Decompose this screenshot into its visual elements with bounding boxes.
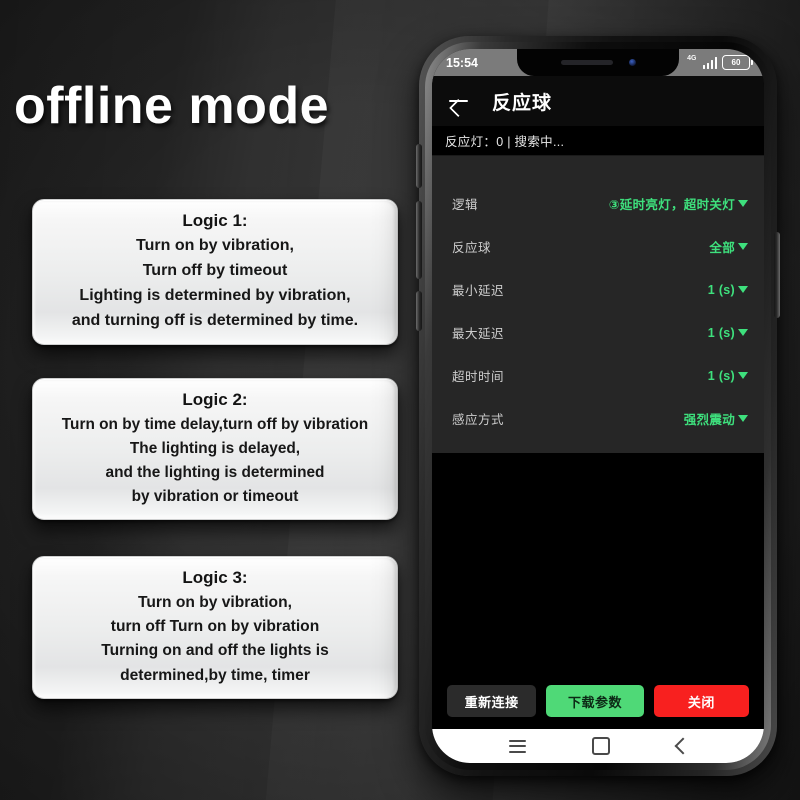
setting-row-ball[interactable]: 反应球 全部 [432, 225, 764, 268]
setting-value-text: 全部 [709, 241, 735, 255]
status-bar-indicators: 4G 60 [687, 55, 753, 70]
download-params-button[interactable]: 下载参数 [546, 685, 644, 717]
logic-card-line: Turn off by timeout [142, 261, 288, 279]
logic-card-line: determined,by time, timer [120, 666, 310, 684]
back-arrow-icon[interactable] [446, 89, 470, 113]
setting-label: 最小延迟 [452, 284, 505, 298]
logic-card-title: Logic 1: [182, 211, 248, 230]
earpiece-speaker-icon [560, 60, 613, 65]
setting-row-timeout[interactable]: 超时时间 1 (s) [432, 354, 764, 397]
logic-card-line: Turn on by time delay,turn off by vibrat… [61, 415, 369, 433]
volume-down-button[interactable] [416, 201, 422, 279]
logic-card-1: Logic 1: Turn on by vibration, Turn off … [32, 199, 398, 345]
setting-label: 感应方式 [452, 413, 505, 427]
logic-card-line: turn off Turn on by vibration [110, 618, 320, 636]
phone-mockup: 15:54 4G 60 反应球 反应灯：0 | 搜索中... 逻辑 ③延时亮灯，… [416, 36, 780, 776]
setting-value-text: 强烈震动 [683, 413, 735, 427]
network-type-label: 4G [687, 55, 697, 62]
connection-status-strip: 反应灯：0 | 搜索中... [432, 126, 764, 156]
signal-strength-icon [702, 56, 717, 69]
chevron-down-icon [738, 243, 748, 250]
setting-value[interactable]: ③延时亮灯，超时关灯 [609, 194, 748, 213]
setting-row-logic[interactable]: 逻辑 ③延时亮灯，超时关灯 [432, 182, 764, 225]
logic-card-2: Logic 2: Turn on by time delay,turn off … [32, 378, 398, 520]
setting-label: 最大延迟 [452, 327, 505, 341]
action-button-bar: 重新连接 下载参数 关闭 [432, 685, 764, 729]
chevron-down-icon [738, 200, 748, 207]
setting-row-sensing-mode[interactable]: 感应方式 强烈震动 [432, 397, 764, 440]
setting-row-min-delay[interactable]: 最小延迟 1 (s) [432, 268, 764, 311]
setting-value[interactable]: 1 (s) [708, 326, 748, 340]
chevron-down-icon [738, 329, 748, 336]
setting-value[interactable]: 1 (s) [708, 283, 748, 297]
logic-card-line: Turn on by vibration, [138, 593, 292, 611]
chevron-down-icon [738, 415, 748, 422]
logic-card-3: Logic 3: Turn on by vibration, turn off … [32, 556, 398, 700]
battery-icon: 60 [722, 55, 753, 70]
logic-card-line: and turning off is determined by time. [71, 311, 359, 329]
chevron-down-icon [738, 286, 748, 293]
logic-card-line: and the lighting is determined [105, 463, 325, 481]
page-title: offline mode [14, 77, 330, 135]
home-icon[interactable] [592, 737, 610, 755]
setting-value-text: 1 (s) [707, 368, 735, 383]
setting-label: 逻辑 [452, 198, 479, 212]
back-nav-icon[interactable] [676, 738, 687, 754]
reconnect-button[interactable]: 重新连接 [447, 685, 537, 717]
phone-screen: 15:54 4G 60 反应球 反应灯：0 | 搜索中... 逻辑 ③延时亮灯，… [432, 49, 764, 763]
app-header: 反应球 [432, 76, 764, 126]
front-camera-icon [628, 59, 636, 66]
screenshot-stage: offline mode Logic 1: Turn on by vibrati… [0, 0, 800, 800]
power-button[interactable] [774, 232, 780, 318]
logic-card-line: Lighting is determined by vibration, [79, 286, 351, 304]
logic-card-line: The lighting is delayed, [129, 439, 301, 457]
close-button[interactable]: 关闭 [653, 685, 749, 717]
settings-panel: 逻辑 ③延时亮灯，超时关灯 反应球 全部 最小延迟 1 (s) 最大延迟 1 (… [432, 156, 764, 512]
recents-icon[interactable] [509, 739, 526, 753]
android-nav-bar [432, 729, 764, 763]
setting-value[interactable]: 1 (s) [708, 369, 748, 383]
logic-card-line: by vibration or timeout [131, 487, 299, 505]
setting-value[interactable]: 强烈震动 [684, 409, 748, 428]
empty-content-area [432, 453, 764, 685]
volume-up-button[interactable] [416, 144, 422, 188]
battery-level-label: 60 [731, 58, 741, 67]
logic-card-line: Turning on and off the lights is [101, 642, 329, 660]
setting-label: 超时时间 [452, 370, 505, 384]
logic-card-line: Turn on by vibration, [136, 236, 294, 254]
status-bar-time: 15:54 [446, 55, 478, 70]
setting-value-text: 1 (s) [707, 282, 735, 297]
setting-label: 反应球 [452, 241, 492, 255]
setting-value-text: ③延时亮灯，超时关灯 [608, 198, 735, 212]
setting-value[interactable]: 全部 [709, 237, 748, 256]
logic-card-title: Logic 2: [182, 390, 248, 409]
setting-value-text: 1 (s) [707, 325, 735, 340]
setting-row-max-delay[interactable]: 最大延迟 1 (s) [432, 311, 764, 354]
logic-card-title: Logic 3: [182, 568, 248, 587]
mute-button[interactable] [416, 291, 422, 331]
chevron-down-icon [738, 372, 748, 379]
app-title: 反应球 [492, 92, 553, 114]
phone-notch [517, 49, 679, 76]
